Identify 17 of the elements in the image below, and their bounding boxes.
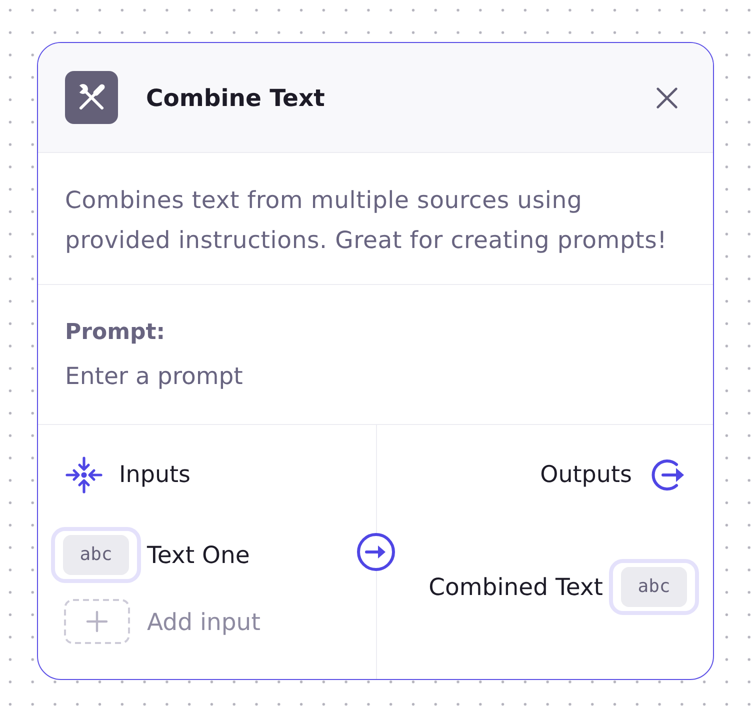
inputs-heading: Inputs (119, 462, 191, 488)
close-button[interactable] (656, 86, 678, 108)
port-label: Text One (147, 541, 250, 569)
close-icon (656, 86, 678, 108)
plus-icon (64, 599, 130, 644)
tools-icon (65, 71, 118, 124)
type-badge[interactable]: abc (51, 527, 141, 583)
node-title: Combine Text (146, 84, 326, 112)
outputs-heading: Outputs (540, 462, 632, 488)
prompt-label: Prompt: (65, 319, 166, 347)
arrow-circle-icon (356, 532, 396, 572)
port-label: Combined Text (428, 573, 603, 601)
type-badge[interactable]: abc (609, 559, 699, 615)
prompt-field[interactable]: Enter a prompt (65, 361, 686, 391)
add-input-button[interactable]: Add input (64, 599, 260, 644)
node-description: Combines text from multiple sources using provided instructions. Great for creating prompts! (38, 153, 713, 285)
arrows-inward-icon (65, 456, 103, 494)
